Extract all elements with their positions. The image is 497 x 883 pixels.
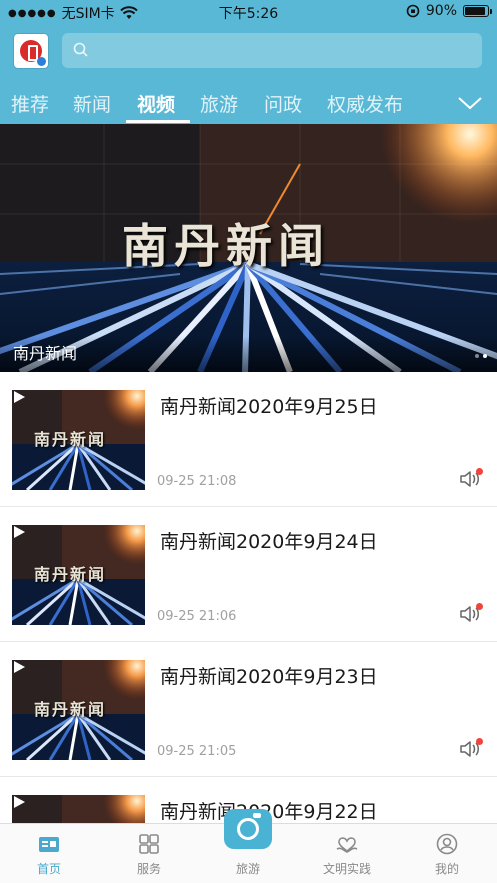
play-icon (14, 796, 25, 808)
camera-icon[interactable] (224, 809, 272, 849)
tab-travel-camera[interactable]: 旅游 (208, 809, 288, 883)
tab-travel-label: 旅游 (235, 862, 260, 876)
tab-civilization-label: 文明实践 (322, 862, 371, 876)
tab-home-label: 首页 (36, 862, 61, 876)
heart-hands-icon (336, 837, 358, 853)
news-title[interactable]: 南丹新闻2020年9月24日 (160, 527, 378, 554)
notification-dot (476, 603, 483, 610)
tab-mine[interactable]: 我的 (407, 824, 487, 883)
tab-travel[interactable]: 旅游 (200, 90, 238, 117)
tab-inquiry[interactable]: 问政 (264, 90, 302, 117)
news-list-item[interactable]: 南丹新闻 南丹新闻2020年9月23日 09-25 21:05 (0, 642, 497, 777)
tab-video[interactable]: 视频 (137, 90, 175, 117)
play-icon (14, 391, 25, 403)
banner-dot (475, 354, 479, 358)
notification-dot (476, 468, 483, 475)
video-thumbnail[interactable]: 南丹新闻 (12, 390, 145, 490)
video-banner[interactable]: 南丹新闻 南丹新闻 (0, 124, 497, 372)
search-icon (73, 42, 88, 57)
thumbnail-title-art: 南丹新闻 (34, 430, 107, 449)
video-thumbnail[interactable]: 南丹新闻 (12, 660, 145, 760)
news-list: 南丹新闻 南丹新闻2020年9月25日 09-25 21:08 南丹新闻 南丹新… (0, 372, 497, 883)
search-input[interactable] (96, 33, 466, 68)
tab-home[interactable]: 首页 (9, 824, 89, 883)
status-bar: ●●●●● 无SIM卡 下午5:26 90% (0, 0, 497, 24)
news-list-item[interactable]: 南丹新闻 南丹新闻2020年9月24日 09-25 21:06 (0, 507, 497, 642)
tab-official[interactable]: 权威发布 (327, 90, 403, 117)
tab-service-label: 服务 (136, 862, 161, 876)
tab-service[interactable]: 服务 (109, 824, 189, 883)
speaker-icon[interactable] (459, 468, 483, 490)
home-icon (39, 837, 59, 852)
category-tabs: 推荐 新闻 视频 旅游 问政 权威发布 (0, 86, 497, 124)
tab-mine-label: 我的 (434, 862, 459, 876)
speaker-icon[interactable] (459, 603, 483, 625)
battery-icon (463, 5, 492, 17)
banner-pagination (475, 354, 487, 358)
header: 推荐 新闻 视频 旅游 问政 权威发布 (0, 24, 497, 124)
chevron-down-icon[interactable] (457, 92, 483, 114)
news-time: 09-25 21:08 (157, 474, 237, 489)
grid-icon (139, 834, 159, 854)
news-title[interactable]: 南丹新闻2020年9月25日 (160, 392, 378, 419)
rotation-lock-icon (406, 4, 420, 18)
news-title[interactable]: 南丹新闻2020年9月23日 (160, 662, 378, 689)
banner-title-art: 南丹新闻 (122, 219, 330, 273)
speaker-icon[interactable] (459, 738, 483, 760)
user-icon (436, 833, 458, 855)
play-icon (14, 661, 25, 673)
video-thumbnail[interactable]: 南丹新闻 (12, 525, 145, 625)
battery-percent: 90% (425, 3, 457, 19)
banner-caption: 南丹新闻 (13, 344, 78, 363)
notification-dot (476, 738, 483, 745)
search-bar[interactable] (62, 33, 482, 68)
status-right: 90% (406, 3, 492, 19)
tab-civilization[interactable]: 文明实践 (307, 824, 387, 883)
tab-news[interactable]: 新闻 (73, 90, 111, 117)
active-tab-indicator (126, 120, 190, 123)
thumbnail-title-art: 南丹新闻 (34, 565, 107, 584)
app-logo[interactable] (14, 34, 48, 68)
tab-recommend[interactable]: 推荐 (11, 90, 49, 117)
bottom-tab-bar: 首页 服务 旅游 文明实践 我的 (0, 809, 497, 883)
news-list-item[interactable]: 南丹新闻 南丹新闻2020年9月25日 09-25 21:08 (0, 372, 497, 507)
banner-dot-active (483, 354, 487, 358)
thumbnail-title-art: 南丹新闻 (34, 700, 107, 719)
news-time: 09-25 21:06 (157, 609, 237, 624)
play-icon (14, 526, 25, 538)
news-time: 09-25 21:05 (157, 744, 237, 759)
